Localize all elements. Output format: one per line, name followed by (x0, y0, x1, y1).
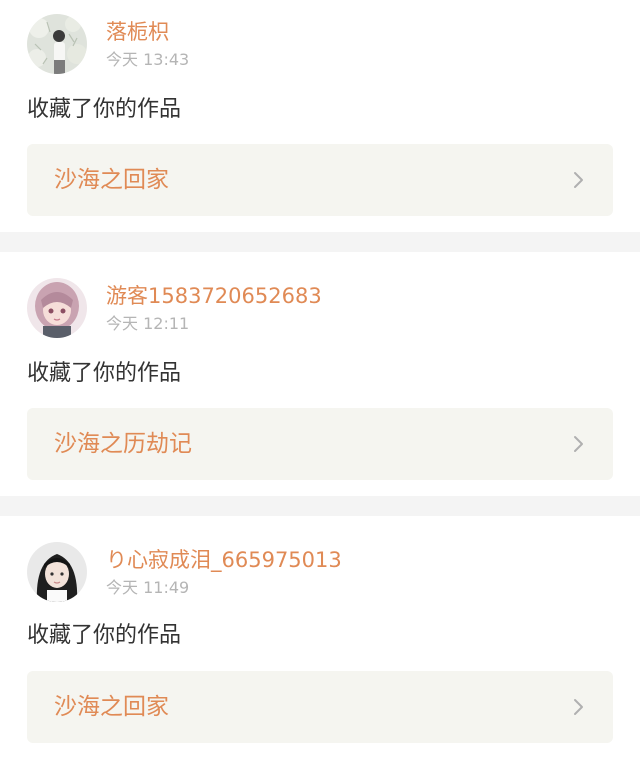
action-text: 收藏了你的作品 (27, 623, 182, 648)
notification-card: 游客1583720652683 今天 12:11 收藏了你的作品 沙海之历劫记 (0, 252, 640, 484)
username[interactable]: 游客1583720652683 (106, 284, 322, 308)
user-avatar[interactable] (27, 14, 87, 74)
work-link[interactable]: 沙海之回家 (27, 671, 613, 743)
action-text: 收藏了你的作品 (27, 361, 182, 386)
user-avatar[interactable] (27, 542, 87, 602)
notification-list: 落栀枳 今天 13:43 收藏了你的作品 沙海之回家 游客15837206526… (0, 0, 640, 759)
timestamp: 今天 11:49 (106, 578, 190, 597)
work-title: 沙海之回家 (54, 167, 169, 193)
work-title: 沙海之回家 (54, 694, 169, 720)
avatar-anime-girl-icon (27, 278, 87, 338)
timestamp: 今天 13:43 (106, 50, 190, 69)
chevron-right-icon (574, 436, 583, 452)
timestamp: 今天 12:11 (106, 314, 190, 333)
chevron-right-icon (574, 699, 583, 715)
notification-card: り心寂成泪_665975013 今天 11:49 收藏了你的作品 沙海之回家 (0, 516, 640, 748)
chevron-right-icon (574, 172, 583, 188)
username[interactable]: 落栀枳 (106, 20, 169, 44)
work-title: 沙海之历劫记 (54, 431, 192, 457)
user-avatar[interactable] (27, 278, 87, 338)
notification-card: 落栀枳 今天 13:43 收藏了你的作品 沙海之回家 (0, 0, 640, 232)
section-divider (0, 496, 640, 516)
username[interactable]: り心寂成泪_665975013 (106, 548, 342, 572)
action-text: 收藏了你的作品 (27, 97, 182, 122)
work-link[interactable]: 沙海之回家 (27, 144, 613, 216)
avatar-girl-photo-icon (27, 542, 87, 602)
avatar-man-in-white-icon (27, 14, 87, 74)
section-divider (0, 232, 640, 252)
work-link[interactable]: 沙海之历劫记 (27, 408, 613, 480)
